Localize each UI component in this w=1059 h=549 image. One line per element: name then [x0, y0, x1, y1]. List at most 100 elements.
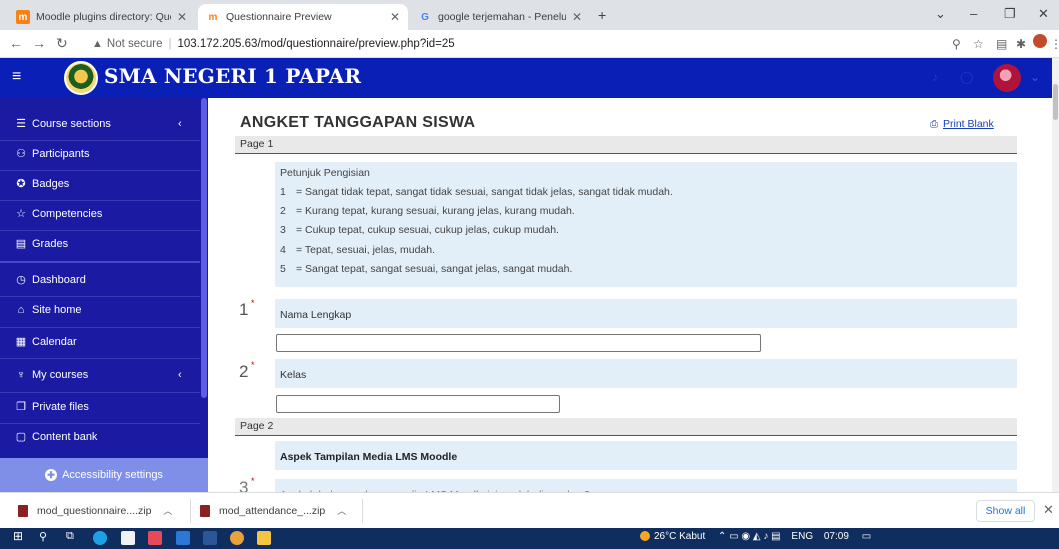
chevron-up-icon[interactable]: ︿ — [163, 504, 172, 517]
instruction-num: 3 — [280, 224, 286, 236]
language-indicator[interactable]: ENG — [791, 531, 813, 542]
download-item[interactable]: mod_attendance_...zip ︿ — [200, 504, 346, 517]
site-name[interactable]: SMA NEGERI 1 PAPAR — [104, 64, 361, 88]
browser-tab-bar: m Moodle plugins directory: Questi ✕ m Q… — [0, 0, 1059, 30]
instruction-num: 5 — [280, 263, 286, 275]
page-1-header: Page 1 — [235, 136, 1017, 154]
show-all-button[interactable]: Show all — [976, 500, 1035, 522]
divider — [0, 296, 200, 297]
question-number: 3 — [239, 478, 249, 492]
close-tab-icon[interactable]: ✕ — [390, 10, 400, 24]
download-item[interactable]: mod_questionnaire....zip ︿ — [18, 504, 172, 517]
tab-google-search[interactable]: G google terjemahan - Penelusuran ✕ — [410, 4, 590, 30]
divider — [0, 200, 200, 201]
tab-title: Questionnaire Preview — [226, 11, 332, 23]
sidebar-item-content-bank[interactable]: ▢ Content bank — [14, 430, 194, 444]
tray-icons[interactable]: ⌃ ▭ ◉ ◭ ♪ ▤ — [718, 531, 781, 542]
notification-center-icon[interactable]: ▭ — [862, 531, 871, 542]
question-2-label: Kelas — [275, 359, 1017, 388]
question-number: 1 — [239, 300, 249, 319]
instruction-num: 1 — [280, 186, 286, 198]
reload-icon[interactable]: ↻ — [56, 35, 68, 52]
sidebar-item-competencies[interactable]: ☆ Competencies — [14, 207, 194, 221]
address-bar[interactable]: ▲ Not secure | 103.172.205.63/mod/questi… — [92, 33, 962, 55]
tab-search-icon[interactable]: ⌄ — [935, 6, 946, 22]
notifications-icon[interactable]: ♪ — [932, 70, 938, 84]
clock[interactable]: 07:09 — [824, 531, 849, 542]
question-3-label: Apakah halaman depan media LMS Moodle in… — [275, 479, 1017, 492]
chrome-icon[interactable] — [230, 531, 244, 545]
sidebar-scrollbar[interactable] — [201, 98, 207, 398]
weather-text[interactable]: 26°C Kabut — [654, 531, 705, 542]
accessibility-settings-button[interactable]: ✚ Accessibility settings — [0, 458, 208, 492]
new-tab-button[interactable]: + — [598, 7, 606, 23]
page-2-header: Page 2 — [235, 418, 1017, 436]
sidebar-item-participants[interactable]: ⚇ Participants — [14, 147, 194, 161]
print-blank-link[interactable]: ⎙ Print Blank — [930, 118, 994, 130]
task-view-icon[interactable]: ⧉ — [66, 530, 80, 544]
edge-icon[interactable] — [93, 531, 107, 545]
main-content: ANGKET TANGGAPAN SISWA ⎙ Print Blank Page… — [208, 98, 1052, 492]
chevron-up-icon[interactable]: ︿ — [337, 504, 346, 517]
sidebar-item-badges[interactable]: ✪ Badges — [14, 177, 194, 191]
instruction-num: 4 — [280, 244, 286, 256]
section-heading: Aspek Tampilan Media LMS Moodle — [275, 441, 1017, 470]
sidebar-item-label: My courses — [32, 369, 89, 381]
tab-title: Moodle plugins directory: Questi — [36, 11, 171, 23]
hamburger-menu-icon[interactable]: ≡ — [12, 68, 21, 86]
close-window-icon[interactable]: ✕ — [1038, 6, 1049, 22]
required-marker: * — [251, 476, 255, 486]
files-icon: ❐ — [16, 401, 26, 413]
kelas-input[interactable] — [276, 395, 560, 413]
windows-start-icon[interactable]: ⊞ — [13, 529, 27, 543]
close-tab-icon[interactable]: ✕ — [572, 10, 582, 24]
search-icon[interactable]: ⚲ — [39, 530, 53, 544]
extensions-icon[interactable]: ✱ — [1016, 37, 1026, 51]
sidebar-item-label: Competencies — [32, 207, 103, 220]
profile-icon[interactable] — [1033, 34, 1047, 48]
user-avatar[interactable] — [993, 64, 1021, 92]
messages-icon[interactable]: ◯ — [960, 70, 973, 84]
store-icon[interactable] — [121, 531, 135, 545]
forward-icon[interactable]: → — [32, 35, 46, 51]
instruction-text: = Kurang tepat, kurang sesuai, kurang je… — [296, 205, 575, 217]
required-marker: * — [251, 360, 255, 370]
question-1-label: Nama Lengkap — [275, 299, 1017, 328]
accessibility-icon: ✚ — [45, 469, 58, 481]
required-marker: * — [251, 298, 255, 308]
sidebar-item-label: Course sections — [32, 117, 111, 130]
home-icon: ⌂ — [17, 304, 25, 316]
file-explorer-icon[interactable] — [257, 531, 271, 545]
page-scrollbar[interactable] — [1052, 58, 1059, 492]
tab-questionnaire-preview[interactable]: m Questionnaire Preview ✕ — [198, 4, 408, 30]
sidebar-item-calendar[interactable]: ▦ Calendar — [14, 335, 194, 349]
restore-icon[interactable]: ❐ — [1004, 6, 1016, 22]
mail-icon[interactable] — [176, 531, 190, 545]
sidebar-item-site-home[interactable]: ⌂ Site home — [14, 304, 194, 316]
back-icon[interactable]: ← — [9, 35, 23, 51]
nama-lengkap-input[interactable] — [276, 334, 761, 352]
sidebar-item-course-sections[interactable]: ☰ Course sections ‹ — [14, 117, 194, 131]
scrollbar-thumb[interactable] — [1053, 84, 1058, 120]
instruction-text: = Cukup tepat, cukup sesuai, cukup jelas… — [296, 224, 559, 236]
zoom-icon[interactable]: ⚲ — [952, 37, 961, 51]
close-tab-icon[interactable]: ✕ — [177, 10, 187, 24]
bookmark-star-icon[interactable]: ☆ — [973, 37, 984, 51]
app-icon[interactable] — [148, 531, 162, 545]
chevron-left-icon[interactable]: ‹ — [178, 369, 182, 381]
menu-dots-icon[interactable]: ⋮ — [1050, 37, 1059, 51]
sidebar-item-dashboard[interactable]: ◷ Dashboard — [14, 273, 194, 287]
instruction-text: = Sangat tepat, sangat sesuai, sangat je… — [296, 263, 573, 275]
word-icon[interactable] — [203, 531, 217, 545]
sidebar-item-my-courses[interactable]: ♆ My courses ‹ — [14, 369, 194, 381]
reading-list-icon[interactable]: ▤ — [996, 37, 1007, 51]
chevron-left-icon[interactable]: ‹ — [178, 118, 182, 130]
tab-moodle-plugins[interactable]: m Moodle plugins directory: Questi ✕ — [8, 4, 195, 30]
sidebar-item-grades[interactable]: ▤ Grades — [14, 237, 194, 251]
close-downloads-icon[interactable]: ✕ — [1043, 502, 1054, 518]
system-tray: 26°C Kabut ⌃ ▭ ◉ ◭ ♪ ▤ ENG 07:09 ▭ — [640, 531, 871, 542]
divider — [0, 170, 200, 171]
minimize-icon[interactable]: – — [970, 6, 977, 21]
chevron-down-icon[interactable]: ⌄ — [1030, 70, 1040, 84]
sidebar-item-private-files[interactable]: ❐ Private files — [14, 400, 194, 414]
